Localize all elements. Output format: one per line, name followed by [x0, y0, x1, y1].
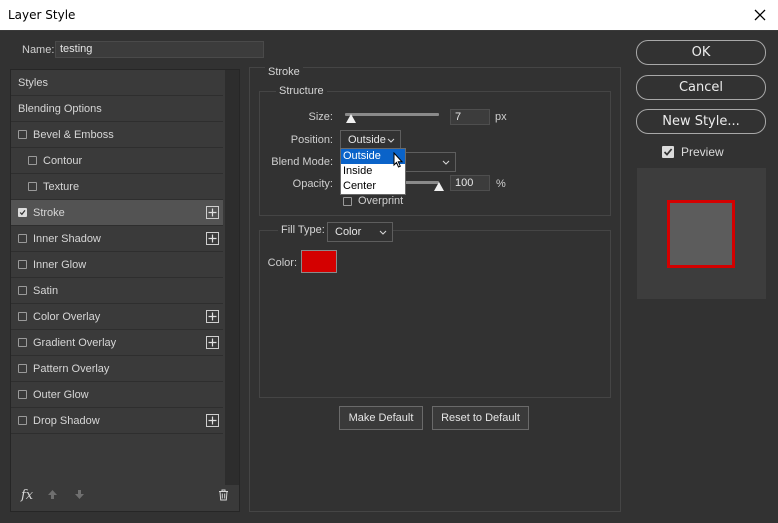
- styles-header[interactable]: Styles: [11, 70, 223, 96]
- checkbox-icon[interactable]: [18, 234, 27, 243]
- checkbox-checked-icon[interactable]: [18, 208, 27, 217]
- checkbox-icon[interactable]: [18, 130, 27, 139]
- style-item-color-overlay[interactable]: Color Overlay: [11, 304, 223, 330]
- style-item-stroke[interactable]: Stroke: [11, 200, 223, 226]
- style-label: Drop Shadow: [33, 414, 100, 427]
- preview-thumbnail: [667, 200, 735, 268]
- add-icon[interactable]: [206, 232, 219, 245]
- style-item-gradient-overlay[interactable]: Gradient Overlay: [11, 330, 223, 356]
- checkbox-icon[interactable]: [18, 286, 27, 295]
- mouse-pointer-icon: [390, 151, 404, 175]
- style-item-inner-glow[interactable]: Inner Glow: [11, 252, 223, 278]
- opacity-unit: %: [496, 178, 506, 190]
- style-label: Satin: [33, 284, 59, 297]
- add-icon[interactable]: [206, 414, 219, 427]
- title-bar: Layer Style: [0, 0, 778, 30]
- opacity-input[interactable]: 100: [450, 175, 490, 191]
- style-item-outer-glow[interactable]: Outer Glow: [11, 382, 223, 408]
- style-label: Gradient Overlay: [33, 336, 117, 349]
- reset-to-default-button[interactable]: Reset to Default: [432, 406, 529, 430]
- preview-checkbox[interactable]: [662, 146, 674, 158]
- style-label: Contour: [43, 154, 83, 167]
- style-item-pattern-overlay[interactable]: Pattern Overlay: [11, 356, 223, 382]
- style-label: Pattern Overlay: [33, 362, 110, 375]
- blending-options-item[interactable]: Blending Options: [11, 96, 223, 122]
- style-label: Blending Options: [18, 102, 102, 115]
- style-item-bevel-emboss[interactable]: Bevel & Emboss: [11, 122, 223, 148]
- opacity-label: Opacity:: [292, 178, 333, 190]
- checkbox-icon[interactable]: [18, 260, 27, 269]
- checkbox-icon[interactable]: [28, 156, 37, 165]
- add-icon[interactable]: [206, 336, 219, 349]
- stroke-heading: Stroke: [265, 66, 303, 78]
- make-default-button[interactable]: Make Default: [339, 406, 423, 430]
- preview-label: Preview: [681, 145, 724, 159]
- checkbox-icon[interactable]: [28, 182, 37, 191]
- stroke-color-swatch[interactable]: [301, 250, 337, 273]
- checkbox-icon[interactable]: [18, 338, 27, 347]
- size-slider-thumb[interactable]: [346, 114, 356, 123]
- size-unit: px: [495, 111, 507, 123]
- arrow-down-icon[interactable]: [74, 489, 85, 503]
- close-icon[interactable]: [742, 0, 778, 30]
- style-item-drop-shadow[interactable]: Drop Shadow: [11, 408, 223, 434]
- fill-type-value: Color: [335, 226, 362, 238]
- style-label: Bevel & Emboss: [33, 128, 114, 141]
- new-style-button[interactable]: New Style...: [636, 109, 766, 134]
- size-input[interactable]: 7: [450, 109, 490, 125]
- checkbox-icon[interactable]: [18, 312, 27, 321]
- overprint-label: Overprint: [358, 195, 404, 207]
- chevron-down-icon: [379, 223, 387, 247]
- style-label: Outer Glow: [33, 388, 89, 401]
- fill-type-label: Fill Type:: [278, 224, 328, 242]
- style-item-satin[interactable]: Satin: [11, 278, 223, 304]
- position-value: Outside: [348, 134, 386, 146]
- fx-icon[interactable]: fx: [21, 488, 33, 503]
- blend-mode-label: Blend Mode:: [271, 156, 333, 168]
- styles-scrollbar[interactable]: [225, 70, 239, 485]
- style-label: Color Overlay: [33, 310, 101, 323]
- add-icon[interactable]: [206, 310, 219, 323]
- position-option-center[interactable]: Center: [341, 179, 405, 194]
- name-label: Name:: [22, 44, 55, 56]
- chevron-down-icon: [442, 153, 450, 177]
- size-label: Size:: [308, 111, 333, 123]
- trash-icon[interactable]: [218, 489, 229, 504]
- arrow-up-icon[interactable]: [47, 489, 58, 503]
- style-label: Styles: [18, 76, 48, 89]
- cancel-button[interactable]: Cancel: [636, 75, 766, 100]
- fill-type-select[interactable]: Color: [327, 222, 393, 242]
- checkbox-icon[interactable]: [18, 390, 27, 399]
- style-label: Stroke: [33, 206, 65, 219]
- name-input[interactable]: testing: [55, 41, 264, 58]
- style-item-inner-shadow[interactable]: Inner Shadow: [11, 226, 223, 252]
- style-label: Inner Shadow: [33, 232, 101, 245]
- overprint-checkbox[interactable]: [343, 197, 352, 206]
- style-item-contour[interactable]: Contour: [11, 148, 223, 174]
- position-select[interactable]: Outside: [340, 130, 401, 150]
- style-item-texture[interactable]: Texture: [11, 174, 223, 200]
- structure-heading: Structure: [276, 85, 327, 97]
- style-label: Texture: [43, 180, 80, 193]
- checkbox-icon[interactable]: [18, 416, 27, 425]
- ok-button[interactable]: OK: [636, 40, 766, 65]
- position-label: Position:: [290, 134, 333, 146]
- styles-footer: fx: [11, 483, 239, 511]
- style-label: Inner Glow: [33, 258, 87, 271]
- preview-area: [637, 168, 766, 299]
- add-icon[interactable]: [206, 206, 219, 219]
- styles-list: Styles Blending Options Bevel & Emboss C…: [10, 69, 240, 512]
- checkbox-icon[interactable]: [18, 364, 27, 373]
- window-title: Layer Style: [8, 8, 76, 22]
- color-label: Color:: [267, 257, 297, 269]
- opacity-slider-thumb[interactable]: [434, 182, 444, 191]
- size-slider[interactable]: [345, 113, 439, 116]
